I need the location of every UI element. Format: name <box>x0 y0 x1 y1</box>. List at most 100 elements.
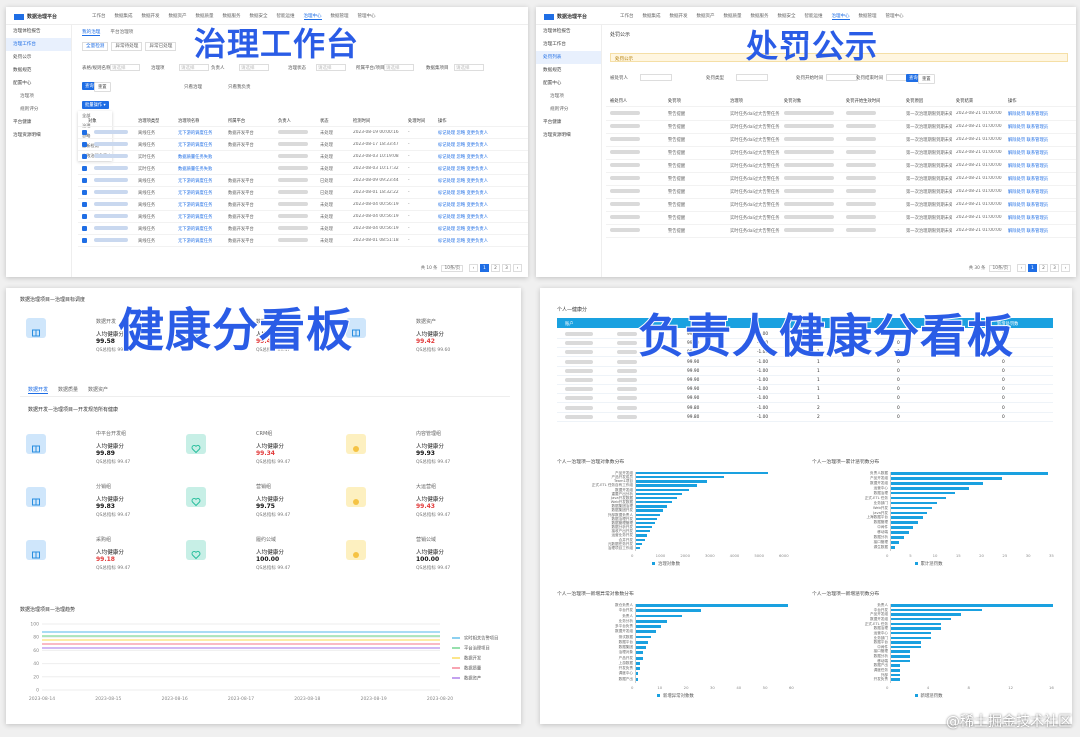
legend-label[interactable]: 数据开发 <box>464 655 482 662</box>
row-actions[interactable]: 解除处罚 联系管理员 <box>1008 176 1048 182</box>
row-checkbox[interactable] <box>82 154 87 159</box>
bar[interactable] <box>635 530 650 533</box>
row-actions[interactable]: 标记处理 忽略 变更负责人 <box>438 130 488 136</box>
row-actions[interactable]: 标记处理 忽略 变更负责人 <box>438 178 488 184</box>
bar[interactable] <box>635 496 677 500</box>
pager-size[interactable]: 10条/页 <box>441 265 463 272</box>
sidebar-item[interactable]: 治理项 <box>6 90 71 103</box>
legend-label[interactable]: 数据质量 <box>464 665 482 672</box>
top-menu-item[interactable]: 数据开发 <box>670 14 688 19</box>
top-menu-item[interactable]: 数据质量 <box>724 14 742 19</box>
bar[interactable] <box>890 655 911 658</box>
bar[interactable] <box>635 630 657 634</box>
top-menu-item[interactable]: 智能运维 <box>805 14 823 19</box>
bar[interactable] <box>890 481 984 485</box>
sidebar-item[interactable]: 配置中心 <box>536 77 601 90</box>
row-actions[interactable]: 标记处理 忽略 变更负责人 <box>438 166 488 172</box>
bar[interactable] <box>635 517 658 521</box>
row-name[interactable]: 无下游的调度任务 <box>178 202 212 208</box>
top-menu-item[interactable]: 数据管理 <box>859 14 877 19</box>
filter-input-0[interactable]: 请选择 <box>110 64 140 71</box>
top-menu-item[interactable]: 数据服务 <box>751 14 769 19</box>
bar[interactable] <box>635 501 672 504</box>
row-name[interactable]: 无下游的调度任务 <box>178 226 212 232</box>
bar[interactable] <box>890 491 956 495</box>
row-actions[interactable]: 标记处理 忽略 变更负责人 <box>438 202 488 208</box>
filter-input-0[interactable] <box>640 74 672 81</box>
bar[interactable] <box>890 472 1049 475</box>
sidebar-item[interactable]: 规则评分 <box>536 103 601 116</box>
row-actions[interactable]: 标记处理 忽略 变更负责人 <box>438 190 488 196</box>
row-object[interactable] <box>94 190 128 196</box>
bar[interactable] <box>890 636 931 640</box>
row-object[interactable] <box>94 214 128 220</box>
pager-page[interactable]: 1 <box>1028 264 1037 272</box>
pager-prev[interactable]: ‹ <box>469 264 478 272</box>
bar[interactable] <box>635 635 651 639</box>
bar[interactable] <box>635 646 646 650</box>
sidebar-item[interactable]: 治理体检报告 <box>536 25 601 38</box>
legend-label[interactable]: 实时相关告警项目 <box>464 635 498 642</box>
pager-page[interactable]: 3 <box>502 264 511 272</box>
top-menu-item[interactable]: 数据开发 <box>142 14 160 19</box>
bar[interactable] <box>890 476 1002 480</box>
sidebar-item[interactable]: 数据规范 <box>6 64 71 77</box>
row-checkbox[interactable] <box>82 226 87 231</box>
bar[interactable] <box>890 536 904 539</box>
legend-label[interactable]: 数据资产 <box>464 675 481 682</box>
bar[interactable] <box>635 472 769 475</box>
sidebar-item[interactable]: 配置中心 <box>6 77 71 90</box>
bar[interactable] <box>635 640 649 644</box>
top-menu-item[interactable]: 工作台 <box>92 14 106 19</box>
bulk-action-button[interactable]: 批量操作 ▾ <box>82 101 109 109</box>
bar[interactable] <box>890 526 914 530</box>
bar[interactable] <box>635 521 655 525</box>
top-menu-item[interactable]: 工作台 <box>620 14 634 19</box>
pager-prev[interactable]: ‹ <box>1017 264 1026 272</box>
row-actions[interactable]: 解除处罚 联系管理员 <box>1008 150 1048 156</box>
row-checkbox[interactable] <box>82 238 87 243</box>
subtab-2[interactable]: 异常已处理 <box>145 42 177 51</box>
row-object[interactable] <box>94 130 128 136</box>
bar[interactable] <box>635 604 788 607</box>
row-actions[interactable]: 标记处理 忽略 变更负责人 <box>438 142 488 148</box>
only-governed-check[interactable]: 只看治理 <box>184 84 202 90</box>
row-checkbox[interactable] <box>82 214 87 219</box>
row-name[interactable]: 无下游的调度任务 <box>178 238 212 244</box>
filter-input-4[interactable]: 请选择 <box>384 64 414 71</box>
row-object[interactable] <box>94 238 128 244</box>
subtab-1[interactable]: 异常待处理 <box>111 42 143 51</box>
row-actions[interactable]: 解除处罚 联系管理员 <box>1008 202 1048 208</box>
row-name[interactable]: 数据质量任务失败 <box>178 166 212 172</box>
filter-input-1[interactable]: 请选择 <box>179 64 209 71</box>
reset-button[interactable]: 重置 <box>94 82 111 92</box>
row-object[interactable] <box>94 166 128 172</box>
pager-page[interactable]: 3 <box>1050 264 1059 272</box>
sidebar-item[interactable]: 平台健康 <box>536 116 601 129</box>
bar[interactable] <box>890 496 946 500</box>
row-actions[interactable]: 标记处理 忽略 变更负责人 <box>438 154 488 160</box>
chart-legend[interactable]: 新增惩罚数 <box>914 693 942 699</box>
row-checkbox[interactable] <box>82 178 87 183</box>
bar[interactable] <box>890 641 921 644</box>
bar[interactable] <box>635 492 682 496</box>
bar[interactable] <box>890 604 1053 607</box>
sidebar-item[interactable]: 处罚列表 <box>536 51 601 64</box>
bar[interactable] <box>635 526 653 529</box>
pager-next[interactable]: › <box>1061 264 1070 272</box>
category-tab[interactable]: 数据质量 <box>58 387 78 393</box>
bar[interactable] <box>890 617 952 621</box>
bar[interactable] <box>635 538 645 541</box>
bar[interactable] <box>635 534 648 537</box>
only-mine-check[interactable]: 只看我负责 <box>228 84 251 90</box>
row-actions[interactable]: 标记处理 忽略 变更负责人 <box>438 238 488 244</box>
row-actions[interactable]: 解除处罚 联系管理员 <box>1008 228 1048 234</box>
bar[interactable] <box>890 506 932 510</box>
bar[interactable] <box>890 531 909 534</box>
pager-next[interactable]: › <box>513 264 522 272</box>
bar[interactable] <box>890 664 901 667</box>
bar[interactable] <box>890 627 941 630</box>
bar[interactable] <box>890 608 982 612</box>
row-name[interactable]: 无下游的调度任务 <box>178 178 212 184</box>
row-checkbox[interactable] <box>82 130 87 135</box>
